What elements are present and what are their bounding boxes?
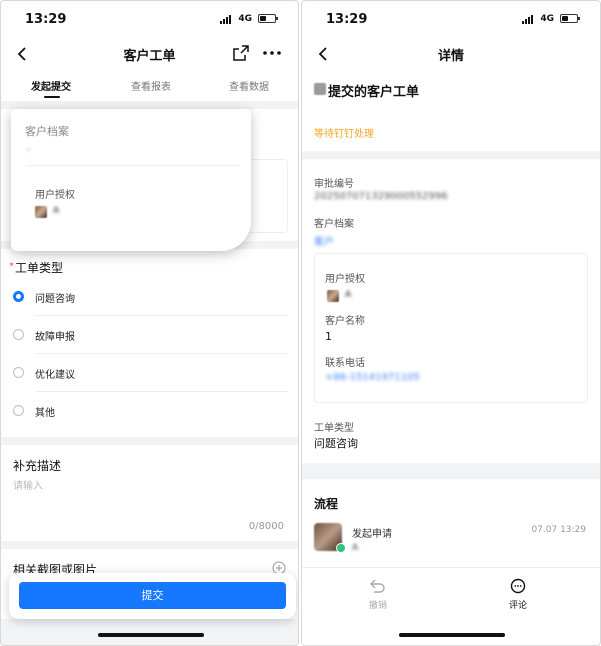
phone-value[interactable]: +86-15141971105 — [325, 372, 420, 383]
nav-bar: 客户工单 — [1, 37, 298, 71]
required-mark: * — [9, 261, 14, 272]
auth-box: 用户授权 A — [25, 165, 241, 237]
customer-profile-value: · — [27, 145, 31, 156]
ticket-type-label: 工单类型 — [314, 423, 354, 434]
nav-bar: 详情 — [302, 37, 600, 71]
option-other[interactable]: 其他 — [35, 404, 55, 419]
signal-icon — [220, 15, 234, 24]
comment-button[interactable]: 评论 — [498, 578, 538, 611]
divider — [35, 391, 288, 392]
active-tab-indicator — [44, 96, 60, 98]
tab-data[interactable]: 查看数据 — [229, 78, 269, 93]
revoke-button[interactable]: 撤销 — [358, 578, 398, 611]
tab-submit[interactable]: 发起提交 — [31, 78, 71, 93]
page-title: 详情 — [437, 49, 464, 64]
char-counter: 0/8000 — [248, 521, 284, 532]
tab-report[interactable]: 查看报表 — [131, 78, 171, 93]
done-badge-icon — [336, 543, 346, 553]
approval-no: 202507071329000552996 — [314, 191, 448, 202]
left-phone-screen: 13:29 4G 客户工单 发起提交 查看报表 查看数据 * 工单类型 问题咨询 — [0, 0, 299, 646]
undo-icon — [370, 579, 385, 593]
signal-icon — [522, 15, 536, 24]
process-time: 07.07 13:29 — [531, 525, 586, 535]
user-avatar — [35, 206, 47, 218]
ticket-type-label: 工单类型 — [15, 261, 64, 275]
radio-consult[interactable] — [13, 291, 24, 302]
radio-fault[interactable] — [13, 329, 24, 340]
auth-user: A — [345, 290, 352, 300]
radio-other[interactable] — [13, 405, 24, 416]
auth-user: A — [53, 206, 60, 216]
right-phone-screen: 13:29 4G 详情 提交的客户工单 等待钉钉处理 审批编号 20250707… — [301, 0, 601, 646]
status-time: 13:29 — [25, 12, 67, 27]
home-indicator — [399, 633, 505, 637]
phone-label: 联系电话 — [325, 358, 365, 369]
description-card: 补充描述 请输入 0/8000 — [1, 445, 298, 541]
process-label: 流程 — [314, 497, 339, 511]
divider — [35, 353, 288, 354]
submit-button[interactable]: 提交 — [19, 582, 286, 609]
page-title: 客户工单 — [123, 49, 176, 64]
auth-label: 用户授权 — [325, 274, 365, 285]
ticket-title: 提交的客户工单 — [328, 85, 420, 100]
revoke-label: 撤销 — [368, 601, 387, 611]
customer-profile-popup: 客户档案 · 用户授权 A — [11, 109, 251, 251]
auth-label: 用户授权 — [35, 190, 75, 201]
submitter-avatar — [314, 83, 326, 95]
divider — [35, 315, 288, 316]
option-fault[interactable]: 故障申报 — [35, 328, 75, 343]
customer-name-value: 1 — [325, 330, 332, 343]
customer-detail-box: 用户授权 A 客户名称 1 联系电话 +86-15141971105 — [314, 253, 588, 403]
battery-icon — [560, 14, 580, 23]
customer-profile-label: 客户档案 — [25, 125, 69, 138]
option-consult[interactable]: 问题咨询 — [35, 290, 75, 305]
tab-bar: 发起提交 查看报表 查看数据 — [1, 71, 298, 101]
process-user: A — [352, 543, 359, 553]
submit-bar: 提交 — [9, 573, 296, 619]
status-text: 等待钉钉处理 — [314, 129, 374, 140]
customer-name-label: 客户名称 — [325, 316, 365, 327]
status-bar: 13:29 4G — [302, 1, 600, 37]
ticket-header-card: 提交的客户工单 等待钉钉处理 — [302, 71, 600, 151]
description-label: 补充描述 — [13, 459, 62, 473]
home-indicator — [98, 633, 204, 637]
ticket-type-card: * 工单类型 问题咨询 故障申报 优化建议 其他 — [1, 249, 298, 437]
more-icon[interactable] — [263, 51, 281, 55]
ticket-detail-card: 审批编号 202507071329000552996 客户档案 客户 用户授权 … — [302, 159, 600, 463]
user-avatar — [327, 290, 339, 302]
customer-value[interactable]: 客户 — [314, 233, 334, 248]
process-step: 发起申请 — [352, 529, 392, 540]
option-suggest[interactable]: 优化建议 — [35, 366, 75, 381]
comment-label: 评论 — [508, 601, 527, 611]
approval-no-label: 审批编号 — [314, 179, 354, 190]
radio-suggest[interactable] — [13, 367, 24, 378]
network-label: 4G — [238, 14, 252, 24]
network-label: 4G — [540, 14, 554, 24]
status-time: 13:29 — [326, 12, 368, 27]
comment-icon — [510, 578, 526, 594]
share-icon[interactable] — [233, 45, 249, 61]
description-input[interactable]: 请输入 — [13, 477, 43, 492]
battery-icon — [258, 14, 278, 23]
ticket-type-value: 问题咨询 — [314, 437, 358, 450]
customer-label: 客户档案 — [314, 219, 354, 230]
status-bar: 13:29 4G — [1, 1, 298, 37]
